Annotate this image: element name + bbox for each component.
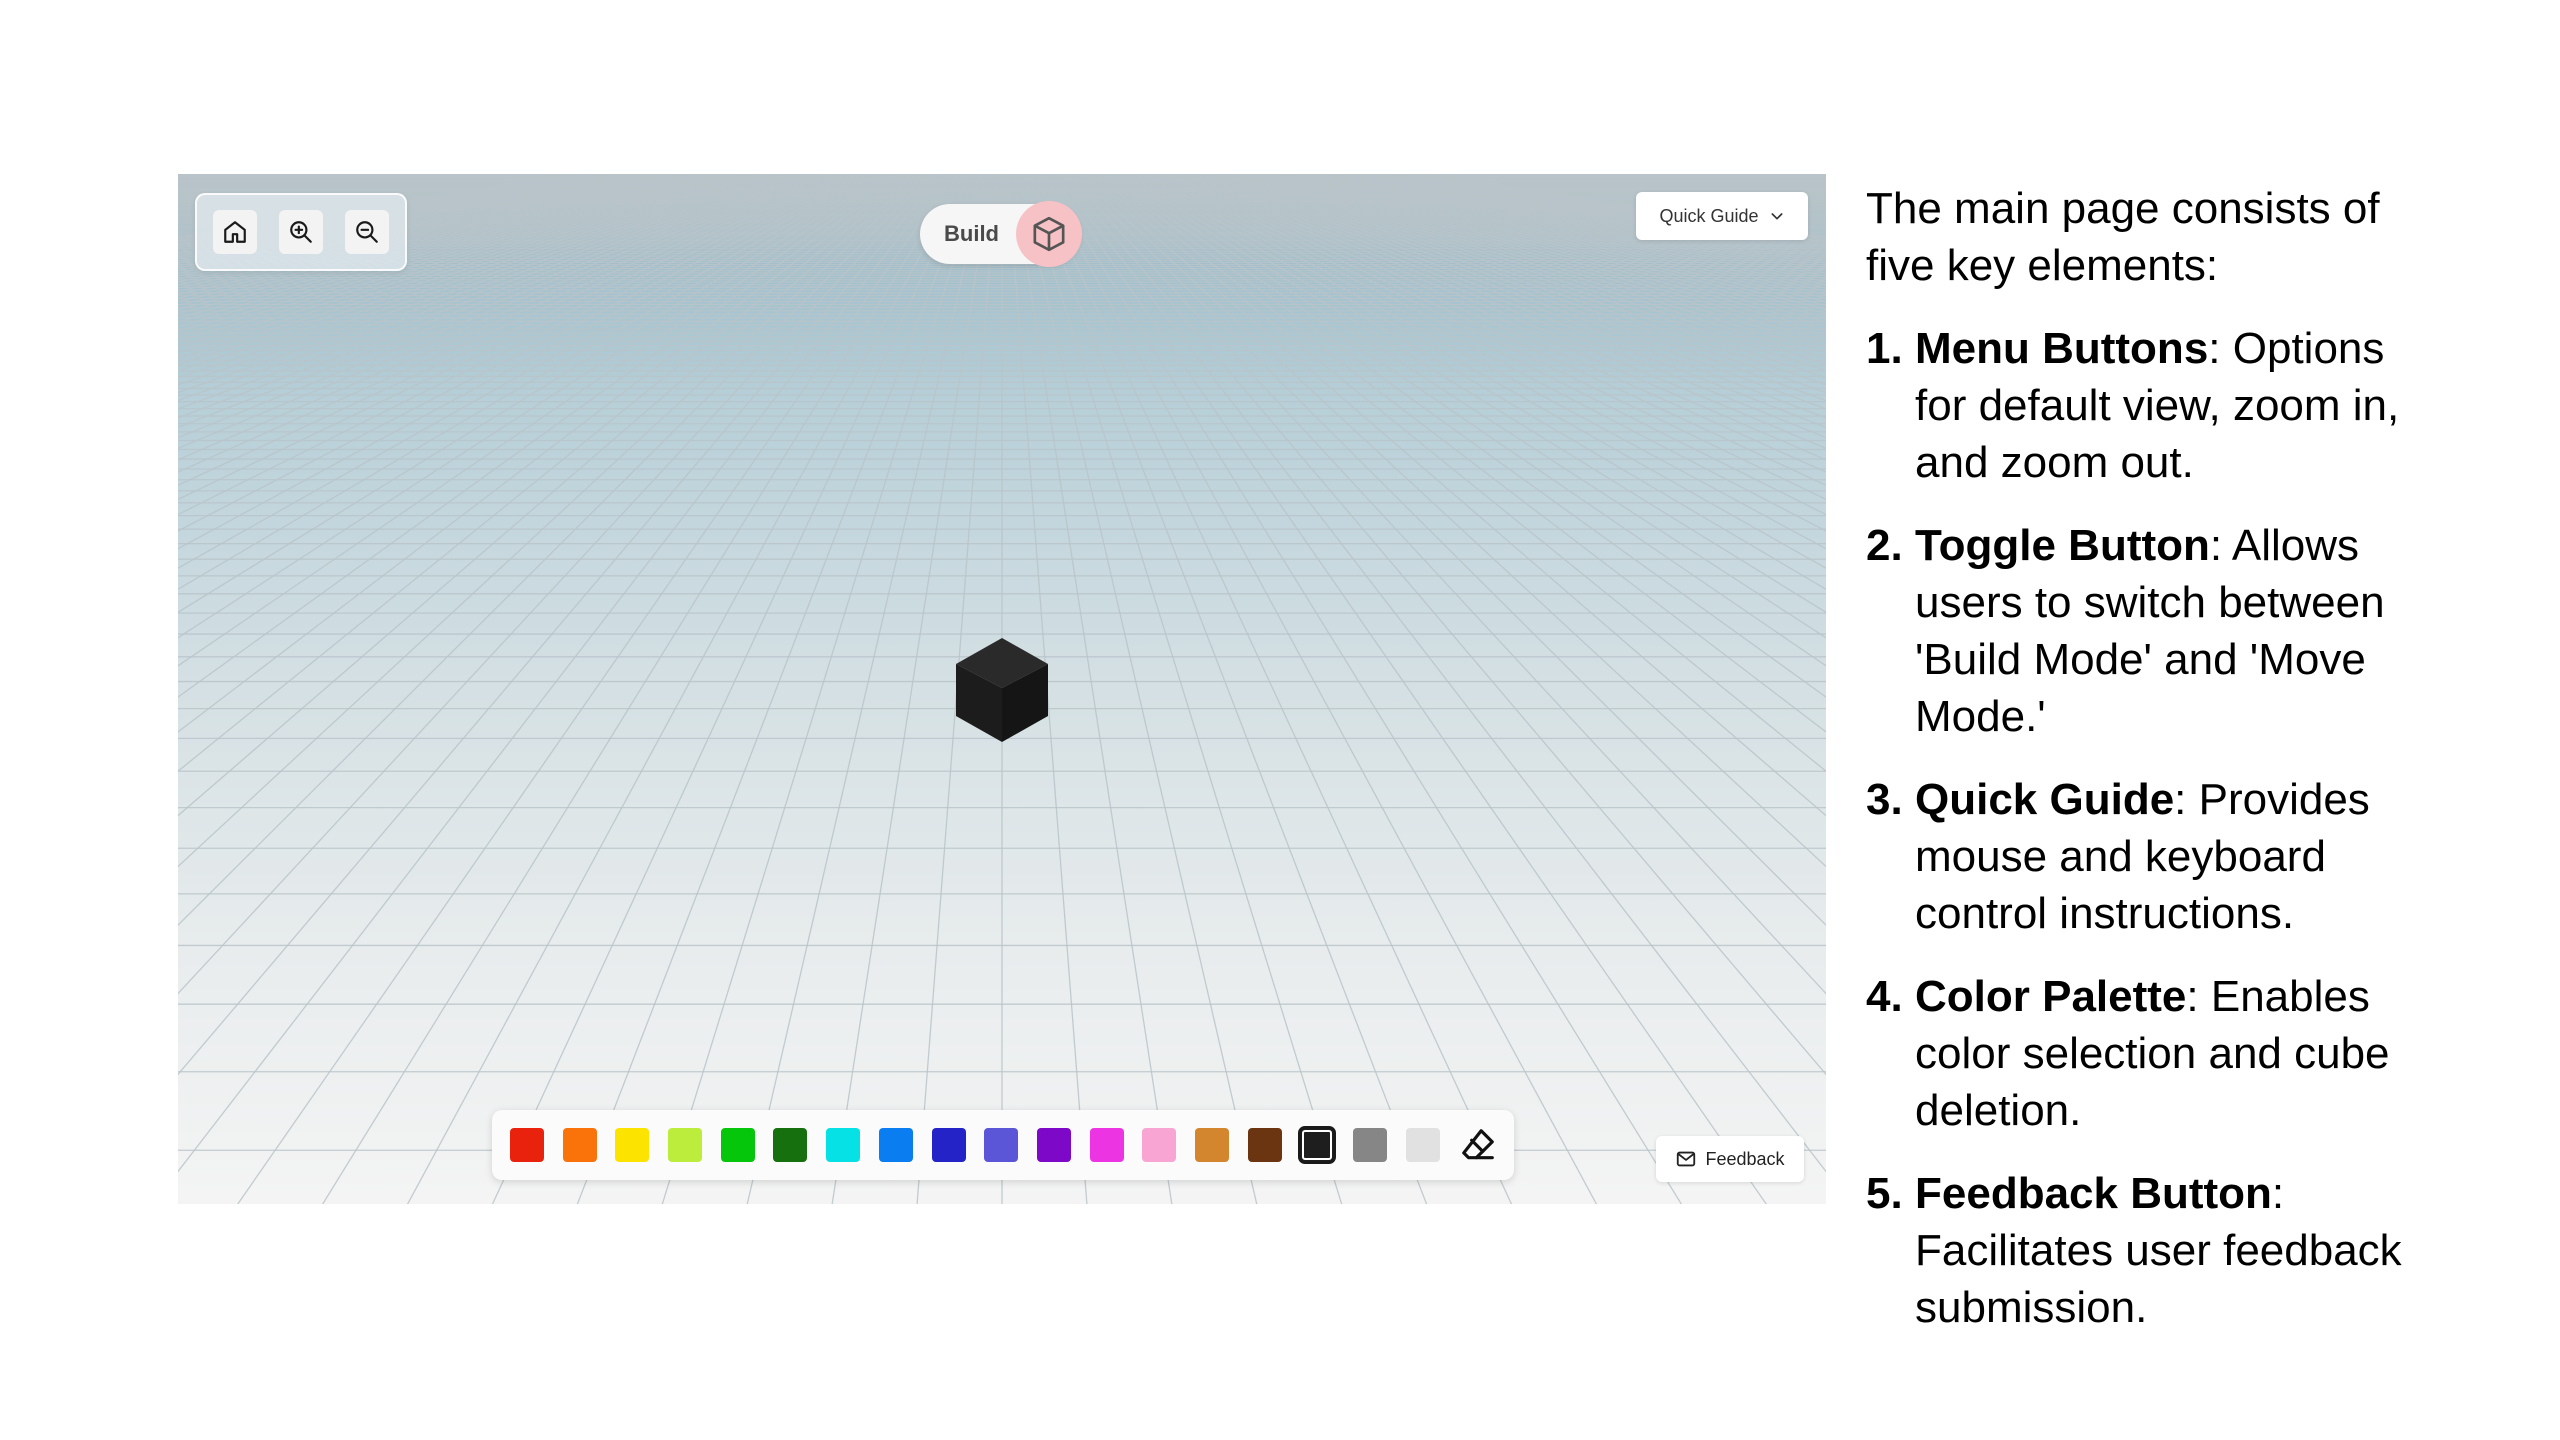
color-swatch[interactable] [720, 1128, 755, 1162]
list-item: 5. Feedback Button: Facilitates user feed… [1866, 1165, 2426, 1336]
color-swatch[interactable] [1298, 1126, 1337, 1164]
list-item: 1. Menu Buttons: Options for default view… [1866, 320, 2426, 491]
element-list: 1. Menu Buttons: Options for default view… [1866, 320, 2426, 1336]
item-term: Toggle Button [1915, 521, 2210, 570]
zoom-in-button[interactable] [279, 210, 323, 254]
quick-guide-button[interactable]: Quick Guide [1636, 192, 1808, 240]
item-number: 3. [1866, 775, 1903, 824]
toggle-knob [1016, 201, 1082, 267]
feedback-label: Feedback [1705, 1148, 1785, 1169]
color-swatch[interactable] [984, 1128, 1019, 1162]
item-term: Menu Buttons [1915, 324, 2209, 373]
item-number: 1. [1866, 324, 1903, 373]
item-number: 5. [1866, 1169, 1903, 1218]
zoom-in-icon [290, 221, 312, 243]
list-item: 4. Color Palette: Enables color selection… [1866, 968, 2426, 1139]
home-button[interactable] [213, 210, 257, 254]
color-swatch[interactable] [773, 1128, 808, 1162]
feedback-button[interactable]: Feedback [1656, 1136, 1804, 1182]
cube-icon [1033, 216, 1065, 252]
color-swatch[interactable] [1194, 1128, 1229, 1162]
color-swatch[interactable] [1036, 1128, 1071, 1162]
placed-cube[interactable] [952, 636, 1052, 744]
color-swatch[interactable] [1405, 1128, 1440, 1162]
scene-viewport[interactable]: Build Quick Guide Feedback [178, 174, 1826, 1204]
item-number: 2. [1866, 521, 1903, 570]
list-item: 2. Toggle Button: Allows users to switch … [1866, 517, 2426, 745]
item-number: 4. [1866, 972, 1903, 1021]
list-item: 3. Quick Guide: Provides mouse and keyboa… [1866, 771, 2426, 942]
color-swatch[interactable] [615, 1128, 650, 1162]
color-swatch[interactable] [1353, 1128, 1387, 1162]
color-swatch[interactable] [931, 1128, 966, 1162]
color-swatch[interactable] [668, 1128, 703, 1162]
color-swatch[interactable] [1142, 1128, 1177, 1162]
chevron-down-icon [1771, 213, 1783, 220]
menu-buttons-panel [195, 193, 407, 271]
quick-guide-label: Quick Guide [1659, 205, 1759, 226]
eraser-icon [1462, 1129, 1495, 1160]
description-intro: The main page consists of five key eleme… [1866, 184, 2380, 290]
color-swatch[interactable] [878, 1128, 913, 1162]
page: Build Quick Guide Feedback The main page… [0, 0, 2560, 1440]
item-term: Feedback Button [1915, 1169, 2272, 1218]
zoom-out-button[interactable] [345, 210, 389, 254]
item-term: Color Palette [1915, 972, 2187, 1021]
mode-toggle[interactable]: Build [920, 201, 1082, 267]
color-swatch[interactable] [1247, 1128, 1282, 1162]
item-term: Quick Guide [1915, 775, 2175, 824]
mail-icon [1677, 1151, 1696, 1167]
color-swatch[interactable] [510, 1128, 544, 1162]
color-swatch[interactable] [562, 1128, 597, 1162]
home-icon [224, 221, 246, 243]
color-swatch[interactable] [1089, 1128, 1124, 1162]
color-palette [492, 1110, 1514, 1180]
eraser-button[interactable] [1458, 1125, 1498, 1165]
description-panel: The main page consists of five key eleme… [1866, 180, 2426, 1362]
zoom-out-icon [356, 221, 378, 243]
toggle-label: Build [944, 221, 999, 246]
color-swatch[interactable] [826, 1128, 861, 1162]
